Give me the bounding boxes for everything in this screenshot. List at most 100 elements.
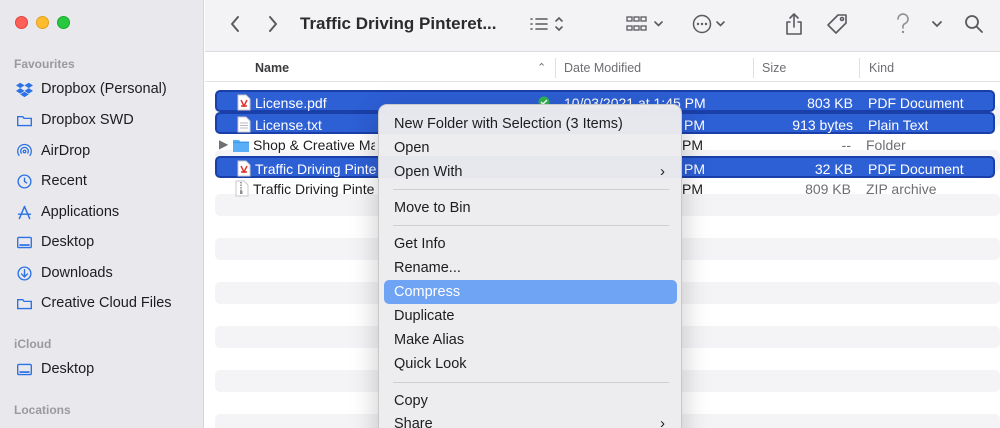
tags-button[interactable]: [825, 10, 849, 38]
sidebar-item-recent[interactable]: Recent: [16, 169, 87, 193]
text-file-icon: [237, 116, 251, 133]
column-separator[interactable]: [555, 58, 556, 78]
grid-icon: [626, 16, 663, 31]
context-menu: New Folder with Selection (3 Items) Open…: [378, 104, 682, 428]
help-button[interactable]: [895, 10, 911, 38]
menu-item-open[interactable]: Open: [384, 136, 677, 160]
sidebar-section-icloud: iCloud: [14, 337, 52, 351]
menu-item-new-folder-with-selection[interactable]: New Folder with Selection (3 Items): [384, 112, 677, 136]
share-icon: [786, 13, 802, 35]
search-icon: [965, 15, 983, 33]
file-size: 803 KB: [807, 95, 853, 111]
sidebar-item-label: Applications: [41, 204, 120, 220]
menu-item-duplicate[interactable]: Duplicate: [384, 304, 677, 328]
more-icon: [692, 14, 725, 34]
file-kind: PDF Document: [868, 95, 964, 111]
column-separator[interactable]: [753, 58, 754, 78]
column-size-header[interactable]: Size: [762, 61, 786, 75]
chevron-down-icon: [932, 21, 942, 28]
action-button[interactable]: [691, 10, 731, 38]
file-size: 809 KB: [805, 181, 851, 197]
file-size: 913 bytes: [792, 117, 853, 133]
file-kind: PDF Document: [868, 161, 964, 177]
sidebar-item-downloads[interactable]: Downloads: [16, 261, 113, 285]
sidebar-item-applications[interactable]: Applications: [16, 200, 119, 224]
sidebar-item-label: Recent: [41, 173, 87, 189]
back-button[interactable]: [225, 10, 245, 38]
window-controls: [15, 16, 70, 29]
list-view-icon: [530, 16, 563, 32]
download-icon: [16, 265, 33, 282]
menu-separator: [393, 382, 669, 383]
submenu-chevron-icon: ›: [660, 163, 665, 180]
sidebar-item-label: Downloads: [41, 265, 113, 281]
close-window-button[interactable]: [15, 16, 28, 29]
sidebar-item-creative-cloud-files[interactable]: Creative Cloud Files: [16, 291, 172, 315]
column-kind-header[interactable]: Kind: [869, 61, 894, 75]
chevron-left-icon: [231, 16, 239, 32]
file-name: Shop & Creative Ma: [253, 137, 375, 153]
toolbar: Traffic Driving Pinteret...: [205, 0, 1000, 52]
dropbox-icon: [16, 81, 33, 98]
menu-item-compress[interactable]: Compress: [384, 280, 677, 304]
sidebar-item-dropbox-swd[interactable]: Dropbox SWD: [16, 108, 134, 132]
menu-item-move-to-bin[interactable]: Move to Bin: [384, 196, 677, 220]
column-header: Name ⌃ Date Modified Size Kind: [205, 55, 1000, 82]
file-date: PM: [682, 137, 703, 153]
share-button[interactable]: [783, 10, 805, 38]
menu-item-share[interactable]: Share ›: [384, 412, 677, 428]
column-name-header[interactable]: Name: [255, 61, 289, 75]
airdrop-icon: [16, 143, 33, 160]
column-separator[interactable]: [859, 58, 860, 78]
file-name: Traffic Driving Pinte: [253, 181, 375, 197]
group-button[interactable]: [625, 10, 669, 38]
clock-icon: [16, 173, 33, 190]
file-date: PM: [682, 181, 703, 197]
menu-item-copy[interactable]: Copy: [384, 389, 677, 413]
disclosure-triangle-icon[interactable]: ▶: [219, 137, 228, 151]
sidebar-item-airdrop[interactable]: AirDrop: [16, 139, 90, 163]
zip-icon: [235, 180, 249, 197]
file-kind: Folder: [866, 137, 906, 153]
file-date: PM: [684, 161, 705, 177]
zoom-window-button[interactable]: [57, 16, 70, 29]
sidebar-item-icloud-desktop[interactable]: Desktop: [16, 357, 94, 381]
sort-ascending-icon[interactable]: ⌃: [537, 61, 546, 74]
menu-separator: [393, 189, 669, 190]
tag-icon: [827, 14, 847, 34]
sidebar-item-dropbox-personal[interactable]: Dropbox (Personal): [16, 77, 167, 101]
menu-item-rename[interactable]: Rename...: [384, 256, 677, 280]
folder-icon: [16, 295, 33, 312]
menu-item-make-alias[interactable]: Make Alias: [384, 328, 677, 352]
sidebar-item-label: Desktop: [41, 361, 95, 377]
menu-item-get-info[interactable]: Get Info: [384, 232, 677, 256]
sidebar-section-favourites: Favourites: [14, 57, 75, 71]
folder-icon: [233, 140, 249, 152]
menu-item-quick-look[interactable]: Quick Look: [384, 352, 677, 376]
pdf-icon: [237, 160, 251, 177]
sidebar-item-label: Desktop: [41, 234, 95, 250]
submenu-chevron-icon: ›: [660, 415, 665, 428]
file-date: PM: [684, 117, 705, 133]
sidebar-section-locations: Locations: [14, 403, 71, 417]
column-date-header[interactable]: Date Modified: [564, 61, 641, 75]
search-button[interactable]: [963, 10, 985, 38]
list-view-button[interactable]: [527, 10, 571, 38]
chevron-right-icon: [269, 16, 277, 32]
folder-icon: [16, 112, 33, 129]
pdf-icon: [237, 94, 251, 111]
file-size: 32 KB: [814, 161, 853, 177]
sidebar-item-label: Dropbox SWD: [41, 112, 134, 128]
toolbar-overflow-button[interactable]: [929, 10, 945, 38]
forward-button[interactable]: [263, 10, 283, 38]
question-icon: [897, 13, 909, 34]
sidebar-item-label: Creative Cloud Files: [41, 295, 172, 311]
sidebar: Favourites Dropbox (Personal) Dropbox SW…: [0, 0, 204, 428]
file-kind: ZIP archive: [866, 181, 937, 197]
file-name: Traffic Driving Pinte: [255, 161, 377, 177]
minimize-window-button[interactable]: [36, 16, 49, 29]
menu-separator: [393, 225, 669, 226]
file-size: --: [841, 137, 851, 153]
menu-item-open-with[interactable]: Open With ›: [384, 160, 677, 184]
sidebar-item-desktop[interactable]: Desktop: [16, 230, 94, 254]
